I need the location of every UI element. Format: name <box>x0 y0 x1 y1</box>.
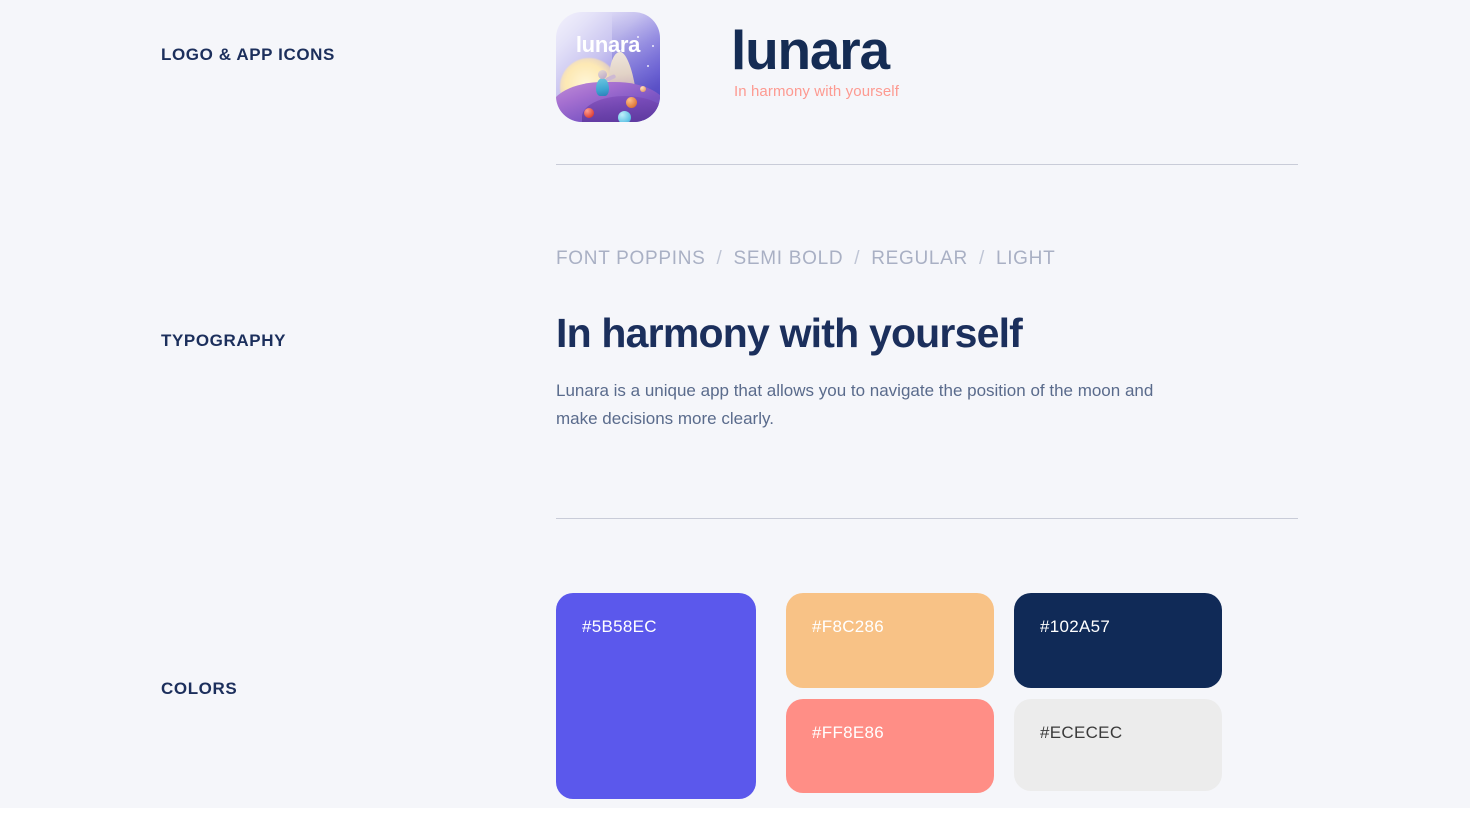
color-swatch-hex-label: #5B58EC <box>582 617 657 636</box>
app-icon: lunara <box>556 12 660 122</box>
typography-section: FONT POPPINS / SEMI BOLD / REGULAR / LIG… <box>556 248 1298 432</box>
divider-logo-typography <box>556 164 1298 165</box>
font-name: FONT POPPINS <box>556 248 706 269</box>
font-specimen-line: FONT POPPINS / SEMI BOLD / REGULAR / LIG… <box>556 248 1298 270</box>
style-guide-page: LOGO & APP ICONS TYPOGRAPHY COLORS lunar… <box>0 0 1470 814</box>
app-icon-figure-body <box>596 78 609 96</box>
font-spec-separator-3: / <box>978 248 985 269</box>
color-swatch-sand: #F8C286 <box>786 593 994 688</box>
color-swatch-primary-violet: #5B58EC <box>556 593 756 799</box>
app-icon-sphere-small <box>640 86 646 92</box>
font-weight-regular: REGULAR <box>871 248 968 269</box>
typography-body-sample: Lunara is a unique app that allows you t… <box>556 381 1154 428</box>
app-icon-sphere-red <box>584 108 594 118</box>
app-icon-sphere-orange <box>626 97 637 108</box>
color-swatch-coral: #FF8E86 <box>786 699 994 793</box>
color-swatch-deep-navy: #102A57 <box>1014 593 1222 688</box>
section-label-logo-app-icons: LOGO & APP ICONS <box>161 45 335 64</box>
brand-tagline: In harmony with yourself <box>734 82 899 100</box>
font-weight-light: LIGHT <box>995 248 1056 269</box>
brand-wordmark-block: lunara In harmony with yourself <box>731 12 899 100</box>
colors-section: #5B58EC #F8C286 #102A57 #FF8E86 #ECECEC <box>556 593 1298 799</box>
font-weight-semibold: SEMI BOLD <box>733 248 844 269</box>
app-icon-wordmark: lunara <box>575 32 641 57</box>
color-swatch-hex-label: #FF8E86 <box>812 723 885 742</box>
page-bottom-band <box>0 808 1470 814</box>
app-icon-figure-head <box>598 70 607 79</box>
app-icon-sphere-blue <box>618 111 631 122</box>
section-label-colors: COLORS <box>161 679 238 698</box>
font-spec-separator-2: / <box>854 248 861 269</box>
color-swatch-hex-label: #F8C286 <box>812 617 885 636</box>
section-label-typography: TYPOGRAPHY <box>161 331 287 350</box>
color-swatch-cloud-grey: #ECECEC <box>1014 699 1222 791</box>
font-spec-separator-1: / <box>716 248 723 269</box>
divider-typography-colors <box>556 518 1298 519</box>
brand-wordmark: lunara <box>731 19 890 81</box>
color-swatch-hex-label: #ECECEC <box>1040 723 1123 742</box>
logo-section: lunara lunara In harmony with yourself <box>556 12 899 122</box>
color-swatch-hex-label: #102A57 <box>1040 617 1111 636</box>
typography-heading-sample: In harmony with yourself <box>556 310 1023 356</box>
